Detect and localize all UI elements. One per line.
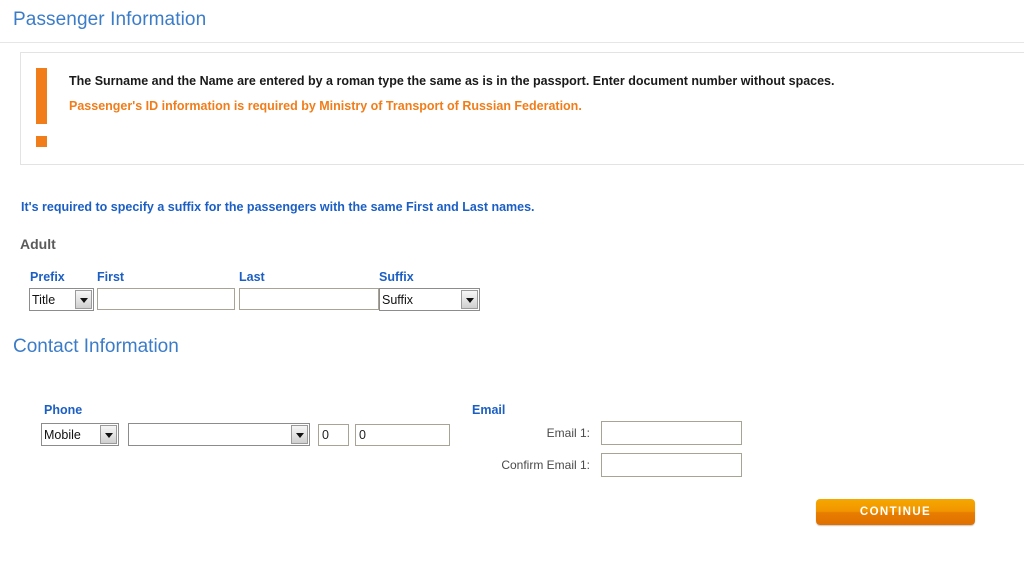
- label-suffix: Suffix: [379, 270, 414, 284]
- phone-country-select-wrapper[interactable]: [128, 423, 310, 446]
- first-name-input[interactable]: [97, 288, 235, 310]
- phone-type-select-wrapper[interactable]: Mobile: [41, 423, 119, 446]
- suffix-requirement-hint: It's required to specify a suffix for th…: [21, 200, 535, 214]
- phone-type-select[interactable]: Mobile: [41, 423, 119, 446]
- label-first: First: [97, 270, 125, 284]
- notice-text-primary: The Surname and the Name are entered by …: [69, 74, 835, 88]
- phone-country-select[interactable]: [128, 423, 310, 446]
- label-confirm-email-1: Confirm Email 1:: [501, 458, 590, 472]
- email-1-input[interactable]: [601, 421, 742, 445]
- passenger-group-label: Adult: [20, 236, 56, 252]
- last-name-input[interactable]: [239, 288, 379, 310]
- title-divider: [0, 42, 1024, 43]
- contact-section-title: Contact Information: [13, 336, 179, 357]
- exclamation-icon-dot: [36, 136, 47, 147]
- phone-area-code-input[interactable]: [318, 424, 349, 446]
- continue-button[interactable]: CONTINUE: [816, 499, 975, 525]
- label-last: Last: [239, 270, 265, 284]
- passenger-notice-box: The Surname and the Name are entered by …: [20, 52, 1024, 165]
- label-email: Email: [472, 403, 506, 417]
- confirm-email-1-input[interactable]: [601, 453, 742, 477]
- phone-number-input[interactable]: [355, 424, 450, 446]
- label-prefix: Prefix: [30, 270, 65, 284]
- prefix-select[interactable]: Title: [29, 288, 94, 311]
- page-title: Passenger Information: [13, 9, 207, 30]
- suffix-select-wrapper[interactable]: Suffix: [379, 288, 480, 311]
- label-email-1: Email 1:: [546, 426, 590, 440]
- prefix-select-wrapper[interactable]: Title: [29, 288, 94, 311]
- label-phone: Phone: [44, 403, 83, 417]
- suffix-select[interactable]: Suffix: [379, 288, 480, 311]
- exclamation-icon: [36, 68, 47, 124]
- notice-text-secondary: Passenger's ID information is required b…: [69, 99, 582, 113]
